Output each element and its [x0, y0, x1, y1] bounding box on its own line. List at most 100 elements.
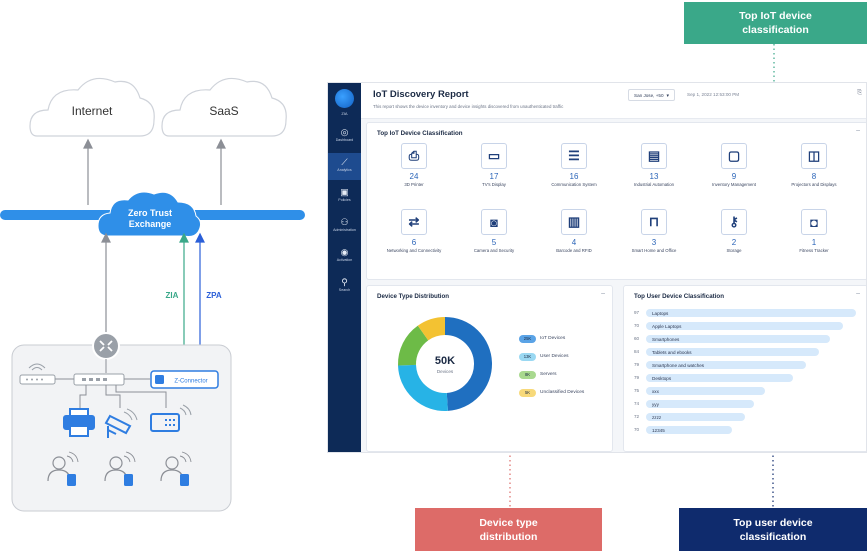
sidebar-item-label: Search — [338, 288, 351, 292]
iot-tile[interactable]: ▤ 13 Industrial Automation — [615, 143, 693, 187]
row-bar — [646, 387, 765, 395]
legend-badge: 25K — [519, 334, 536, 343]
row-count: 70 — [634, 323, 640, 328]
tile-count: 3 — [651, 238, 657, 247]
legend-item: 13K User Devices — [519, 352, 569, 361]
tile-count: 1 — [811, 238, 817, 247]
row-count: 84 — [634, 349, 640, 354]
row-label: Tablets and ebooks — [652, 349, 692, 355]
barcode-icon: ▥ — [561, 209, 587, 235]
report-header: IoT Discovery Report This report shows t… — [361, 83, 866, 119]
tile-name: Fitness Tracker — [799, 248, 829, 253]
user-device-row[interactable]: 75 xxx — [634, 387, 864, 396]
row-count: 72 — [634, 414, 640, 419]
sidebar-item-analytics[interactable]: ⟋ Analytics — [328, 153, 361, 180]
row-label: Laptops — [652, 310, 669, 316]
donut-slice-2[interactable] — [398, 325, 429, 366]
iot-tile[interactable]: ⚷ 2 Storage — [695, 209, 773, 253]
minimize-icon[interactable]: – — [856, 127, 860, 134]
sidebar-item-search[interactable]: ⚲ Search — [328, 273, 361, 300]
callout-user-device: Top user device classification — [679, 508, 867, 551]
sidebar-item-label: Analytics — [337, 168, 352, 172]
tile-name: Communication System — [551, 182, 597, 187]
sidebar-logo-label: ZIA — [341, 111, 348, 116]
device-type-donut: 50K Devices — [398, 317, 492, 411]
tile-name: Smart Home and Office — [631, 248, 677, 253]
export-icon[interactable]: ⎘ — [857, 90, 862, 97]
legend-badge: 13K — [519, 352, 536, 361]
iot-tile[interactable]: ☰ 16 Communication System — [535, 143, 613, 187]
donut-slice-3[interactable] — [417, 317, 446, 341]
card-title: Top User Device Classification — [634, 293, 724, 300]
callout-line: distribution — [479, 530, 538, 543]
donut-center-value: 50K — [435, 355, 455, 367]
callout-line: classification — [739, 530, 807, 543]
tile-count: 2 — [731, 238, 737, 247]
card-title: Top IoT Device Classification — [377, 130, 463, 137]
legend-label: Servers — [540, 372, 557, 377]
user-device-row[interactable]: 70 12345 — [634, 426, 864, 435]
user-device-row[interactable]: 70 Apple Laptops — [634, 322, 864, 331]
tile-count: 16 — [569, 172, 579, 181]
donut-center-label: Devices — [437, 369, 454, 374]
user-device-row[interactable]: 79 Smartphone and watches — [634, 361, 864, 370]
legend-label: User Devices — [540, 354, 569, 359]
activation-icon: ◉ — [340, 247, 349, 257]
analytics-icon: ⟋ — [341, 157, 348, 167]
callout-iot-classification: Top IoT device classification — [684, 2, 867, 44]
page-subtitle: This report shows the device inventory a… — [373, 104, 564, 109]
tile-count: 17 — [489, 172, 499, 181]
chevron-down-icon: ▾ — [666, 93, 670, 99]
page-title: IoT Discovery Report — [373, 89, 469, 100]
lock-icon: ⊓ — [641, 209, 667, 235]
iot-tile[interactable]: ▢ 9 Inventory Management — [695, 143, 773, 187]
iot-tile[interactable]: ◙ 5 Camera and Security — [455, 209, 533, 253]
tile-name: Industrial Automation — [633, 182, 675, 187]
callout-line: Top IoT device — [739, 10, 812, 22]
legend-badge: 8K — [519, 370, 536, 379]
user-device-row[interactable]: 74 yyy — [634, 400, 864, 409]
location-select[interactable]: San Jose, +50 ▾ — [628, 89, 676, 101]
row-count: 74 — [634, 401, 640, 406]
minimize-icon[interactable]: – — [856, 290, 860, 297]
tile-count: 9 — [731, 172, 737, 181]
user-device-row[interactable]: 60 Smartphones — [634, 335, 864, 344]
key-icon: ⚷ — [721, 209, 747, 235]
user-device-row[interactable]: 97 Laptops — [634, 309, 864, 318]
legend-item: 8K Servers — [519, 370, 557, 379]
tile-name: 3D Printer — [404, 182, 424, 187]
user-device-row[interactable]: 84 Tablets and ebooks — [634, 348, 864, 357]
sidebar-item-policies[interactable]: ▣ Policies — [328, 183, 361, 210]
tile-count: 5 — [491, 238, 497, 247]
globe-logo-icon — [335, 89, 354, 108]
user-device-row[interactable]: 79 Desktops — [634, 374, 864, 383]
sidebar-item-label: Administration — [333, 228, 356, 232]
row-label: xxx — [652, 388, 659, 394]
iot-tile[interactable]: ▭ 17 TV's Display — [455, 143, 533, 187]
iot-tile[interactable]: ⎙ 24 3D Printer — [375, 143, 453, 187]
dashboard-icon: ◎ — [340, 127, 349, 137]
sidebar-item-administration[interactable]: ⚇ Administration — [328, 213, 361, 240]
iot-tile[interactable]: ◘ 1 Fitness Tracker — [775, 209, 853, 253]
top-user-device-card: Top User Device Classification – 97 Lapto… — [623, 285, 866, 452]
row-label: Smartphone and watches — [652, 362, 705, 368]
user-device-row[interactable]: 72 zzzz — [634, 413, 864, 422]
sidebar-item-dashboard[interactable]: ◎ Dashboard — [328, 123, 361, 150]
iot-classification-card: Top IoT Device Classification – ⎙ 24 3D Pr… — [366, 122, 866, 280]
minimize-icon[interactable]: – — [601, 290, 605, 297]
iot-tile[interactable]: ⊓ 3 Smart Home and Office — [615, 209, 693, 253]
sidebar-item-label: Dashboard — [335, 138, 354, 142]
legend-item: 25K IoT Devices — [519, 334, 565, 343]
iot-tile[interactable]: ▥ 4 Barcode and RFID — [535, 209, 613, 253]
row-count: 79 — [634, 375, 640, 380]
server-icon: ☰ — [561, 143, 587, 169]
row-label: 12345 — [652, 427, 665, 433]
iot-tile[interactable]: ◫ 8 Projectors and Displays — [775, 143, 853, 187]
sidebar-item-label: Policies — [338, 198, 351, 202]
tile-name: Barcode and RFID — [556, 248, 592, 253]
sidebar-item-activation[interactable]: ◉ Activation — [328, 243, 361, 270]
legend-item: 5K Unclassified Devices — [519, 388, 584, 397]
policies-icon: ▣ — [340, 187, 349, 197]
tile-count: 4 — [571, 238, 577, 247]
iot-tile[interactable]: ⇄ 6 Networking and Connectivity — [375, 209, 453, 253]
